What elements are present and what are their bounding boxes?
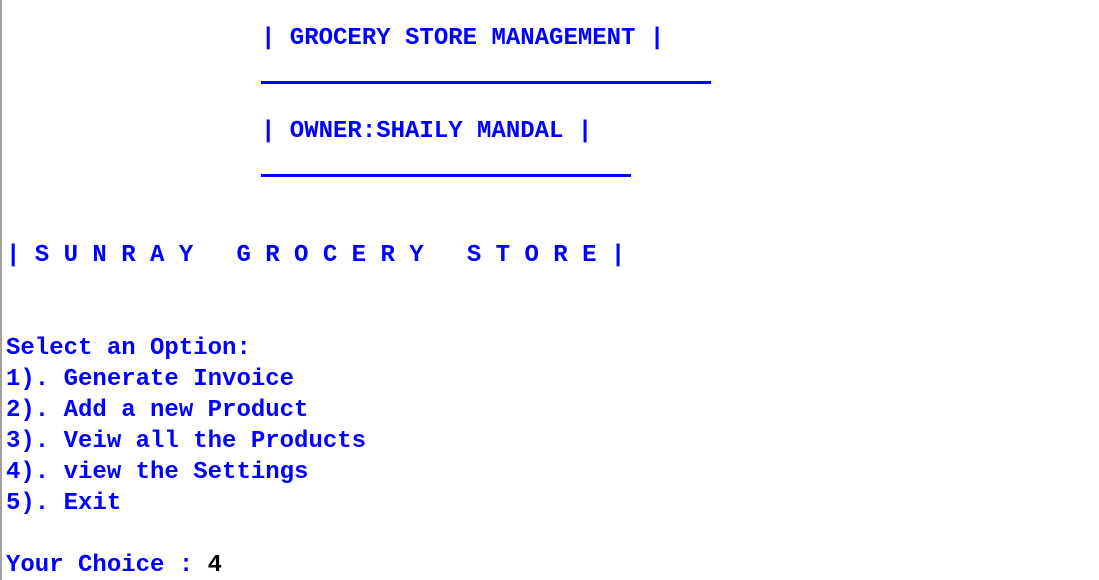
menu-option-view-settings: 4). view the Settings [6, 459, 309, 486]
title-underline [261, 81, 711, 84]
owner-underline [261, 174, 631, 177]
store-banner: | S U N R A Y G R O C E R Y S T O R E | [6, 242, 626, 269]
menu-option-generate-invoice: 1). Generate Invoice [6, 366, 295, 393]
menu-option-add-product: 2). Add a new Product [6, 397, 309, 424]
choice-label: Your Choice : [6, 552, 208, 579]
menu-prompt: Select an Option: [6, 335, 251, 362]
app-title: | GROCERY STORE MANAGEMENT | [261, 25, 665, 52]
window-left-border [0, 0, 2, 580]
choice-input-value[interactable]: 4 [208, 552, 222, 579]
choice-prompt[interactable]: Your Choice : 4 [6, 554, 222, 578]
owner-label: | OWNER:SHAILY MANDAL | [261, 118, 593, 145]
menu-option-exit: 5). Exit [6, 490, 122, 517]
menu-option-view-products: 3). Veiw all the Products [6, 428, 367, 455]
